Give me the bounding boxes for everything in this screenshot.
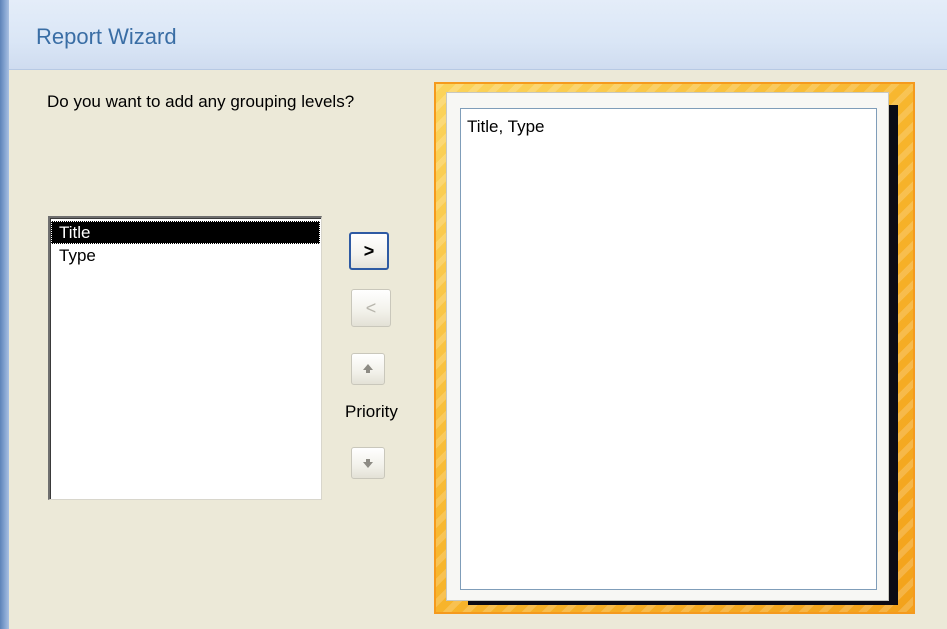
arrow-up-icon <box>363 364 373 373</box>
field-item-title[interactable]: Title <box>51 221 320 244</box>
priority-down-button[interactable] <box>351 447 385 479</box>
add-grouping-button[interactable]: > <box>349 232 389 270</box>
title-bar: Report Wizard <box>9 0 947 70</box>
priority-label: Priority <box>345 402 398 421</box>
field-item-type[interactable]: Type <box>51 244 320 267</box>
window-frame-edge <box>0 0 9 629</box>
preview-page-content <box>460 108 877 590</box>
available-fields-list[interactable]: Title Type <box>48 216 322 500</box>
arrow-down-icon <box>363 459 373 468</box>
priority-up-button[interactable] <box>351 353 385 385</box>
grouping-question: Do you want to add any grouping levels? <box>47 92 355 111</box>
window-title: Report Wizard <box>36 24 177 49</box>
remove-grouping-button[interactable]: < <box>351 289 391 327</box>
preview-grouping-text: Title, Type <box>467 117 545 136</box>
